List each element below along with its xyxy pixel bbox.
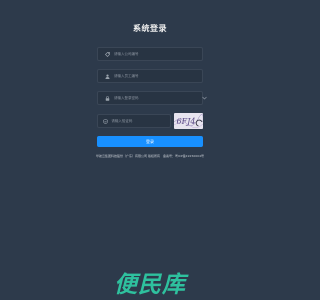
- company-input[interactable]: [112, 49, 194, 59]
- copyright-footer: 华航云集团科技股份（广东）有限公司 版权所有 备案号：粤ICP备19150004…: [95, 154, 204, 158]
- username-input[interactable]: [112, 71, 194, 81]
- watermark-logo: 便民库: [114, 272, 186, 298]
- password-field[interactable]: [97, 91, 207, 105]
- login-page: 系统登录 6FJ4 登录 华航云集: [0, 0, 300, 300]
- captcha-input[interactable]: [109, 116, 170, 126]
- page-title: 系统登录: [133, 24, 167, 33]
- login-button[interactable]: 登录: [97, 136, 203, 147]
- username-field[interactable]: [97, 69, 203, 83]
- password-input[interactable]: [112, 93, 194, 103]
- user-icon: [102, 70, 112, 82]
- shield-check-icon: [102, 115, 109, 127]
- lock-icon: [102, 92, 112, 104]
- company-field[interactable]: [97, 47, 203, 61]
- captcha-field[interactable]: [97, 114, 171, 128]
- chevron-down-icon[interactable]: [202, 96, 207, 100]
- captcha-image[interactable]: 6FJ4: [174, 113, 203, 129]
- tag-icon: [102, 48, 112, 60]
- captcha-code: 6FJ4: [177, 117, 196, 126]
